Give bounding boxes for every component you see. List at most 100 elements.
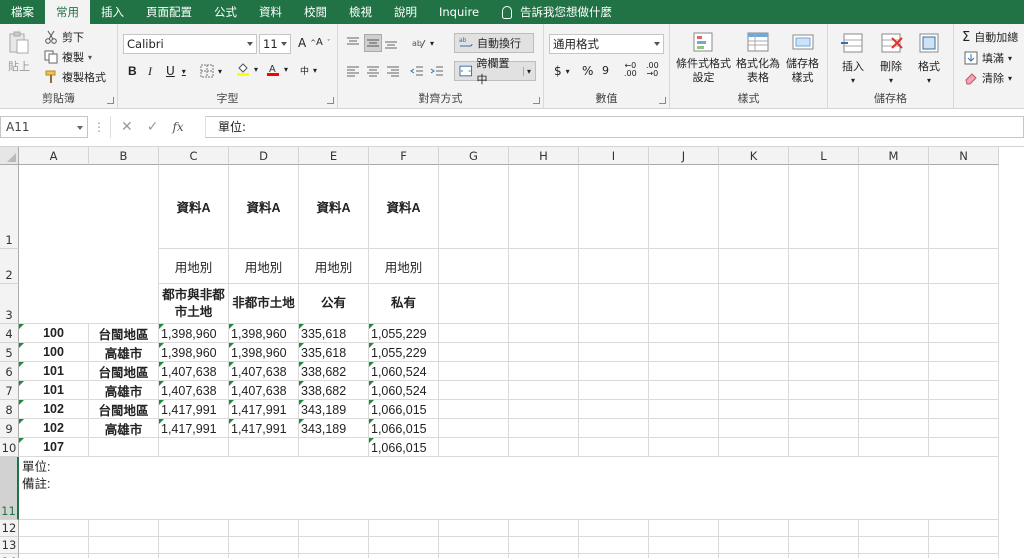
region-cell[interactable]: 台閩地區 [89, 400, 159, 419]
region-cell[interactable] [89, 438, 159, 457]
empty-cell[interactable] [19, 537, 89, 554]
empty-cell[interactable] [929, 554, 999, 558]
year-cell[interactable]: 100 [19, 343, 89, 362]
empty-cell[interactable] [229, 554, 299, 558]
empty-cell[interactable] [649, 324, 719, 343]
empty-cell[interactable] [719, 520, 789, 537]
align-top-button[interactable] [346, 36, 360, 50]
empty-cell[interactable] [439, 554, 509, 558]
name-box[interactable]: A11 [0, 116, 88, 138]
value-cell-d[interactable]: 1,407,638 [229, 362, 299, 381]
value-cell-d[interactable] [229, 438, 299, 457]
insert-cells-button[interactable]: 插入 ▾ [840, 30, 866, 85]
shrink-font-button[interactable]: Aˇ [316, 37, 330, 48]
bold-button[interactable]: B [128, 64, 137, 78]
column-header-m[interactable]: M [859, 147, 929, 165]
empty-cell[interactable] [929, 520, 999, 537]
currency-button[interactable]: $ ▾ [554, 64, 570, 78]
empty-cell[interactable] [579, 343, 649, 362]
tab-page-layout[interactable]: 頁面配置 [135, 0, 203, 24]
number-launcher-icon[interactable] [659, 97, 666, 104]
region-cell[interactable]: 台閩地區 [89, 324, 159, 343]
empty-cell[interactable] [719, 343, 789, 362]
empty-cell[interactable] [19, 554, 89, 558]
column-header-j[interactable]: J [649, 147, 719, 165]
empty-cell[interactable] [579, 381, 649, 400]
tab-review[interactable]: 校閱 [293, 0, 338, 24]
column-header-a[interactable]: A [19, 147, 89, 165]
empty-cell[interactable] [859, 362, 929, 381]
empty-cell[interactable] [929, 249, 999, 284]
fill-button[interactable]: 填滿 ▾ [964, 50, 1012, 66]
empty-cell[interactable] [579, 324, 649, 343]
row-header-4[interactable]: 4 [0, 324, 19, 343]
empty-cell[interactable] [19, 520, 89, 537]
column-header-b[interactable]: B [89, 147, 159, 165]
column-header-h[interactable]: H [509, 147, 579, 165]
empty-cell[interactable] [929, 537, 999, 554]
number-format-combo[interactable]: 通用格式 [549, 34, 664, 54]
column-header-k[interactable]: K [719, 147, 789, 165]
empty-cell[interactable] [789, 419, 859, 438]
conditional-format-button[interactable]: 條件式格式 設定 [676, 30, 731, 84]
empty-cell[interactable] [89, 554, 159, 558]
empty-cell[interactable] [299, 554, 369, 558]
empty-cell[interactable] [509, 165, 579, 249]
region-cell[interactable]: 高雄市 [89, 381, 159, 400]
empty-cell[interactable] [579, 419, 649, 438]
tab-data[interactable]: 資料 [248, 0, 293, 24]
empty-cell[interactable] [789, 284, 859, 324]
font-launcher-icon[interactable] [327, 97, 334, 104]
empty-cell[interactable] [649, 381, 719, 400]
cell-a1-merged[interactable] [19, 165, 159, 324]
header-cell-row1[interactable]: 資料A [229, 165, 299, 249]
empty-cell[interactable] [929, 165, 999, 249]
merge-dropdown-icon[interactable]: ▾ [522, 66, 531, 76]
header-cell-row3[interactable]: 公有 [299, 284, 369, 324]
cell-styles-button[interactable]: 儲存格 樣式 [786, 30, 819, 84]
column-header-e[interactable]: E [299, 147, 369, 165]
empty-cell[interactable] [719, 537, 789, 554]
value-cell-f[interactable]: 1,066,015 [369, 438, 439, 457]
empty-cell[interactable] [649, 400, 719, 419]
empty-cell[interactable] [789, 520, 859, 537]
empty-cell[interactable] [509, 324, 579, 343]
empty-cell[interactable] [859, 165, 929, 249]
cancel-icon[interactable]: ✕ [121, 119, 133, 135]
tab-home[interactable]: 常用 [45, 0, 90, 24]
empty-cell[interactable] [859, 520, 929, 537]
empty-cell[interactable] [789, 400, 859, 419]
row-header-13[interactable]: 13 [0, 537, 19, 554]
region-cell[interactable]: 高雄市 [89, 419, 159, 438]
year-cell[interactable]: 101 [19, 381, 89, 400]
value-cell-e[interactable]: 335,618 [299, 343, 369, 362]
year-cell[interactable]: 101 [19, 362, 89, 381]
row-header-6[interactable]: 6 [0, 362, 19, 381]
tell-me-search[interactable]: 告訴我您想做什麼 [490, 4, 612, 20]
empty-cell[interactable] [439, 249, 509, 284]
column-header-g[interactable]: G [439, 147, 509, 165]
empty-cell[interactable] [579, 520, 649, 537]
empty-cell[interactable] [579, 400, 649, 419]
align-left-button[interactable] [346, 64, 360, 78]
empty-cell[interactable] [649, 165, 719, 249]
notes-merged-cell[interactable]: 單位: 備註: [19, 457, 999, 520]
empty-cell[interactable] [649, 537, 719, 554]
empty-cell[interactable] [859, 554, 929, 558]
empty-cell[interactable] [509, 537, 579, 554]
empty-cell[interactable] [579, 165, 649, 249]
tab-view[interactable]: 檢視 [338, 0, 383, 24]
empty-cell[interactable] [859, 419, 929, 438]
grow-font-button[interactable]: A ^ [298, 36, 316, 50]
row-header-5[interactable]: 5 [0, 343, 19, 362]
empty-cell[interactable] [369, 554, 439, 558]
empty-cell[interactable] [579, 249, 649, 284]
empty-cell[interactable] [859, 249, 929, 284]
empty-cell[interactable] [789, 381, 859, 400]
empty-cell[interactable] [649, 284, 719, 324]
tab-inquire[interactable]: Inquire [428, 0, 490, 24]
year-cell[interactable]: 102 [19, 400, 89, 419]
empty-cell[interactable] [509, 400, 579, 419]
empty-cell[interactable] [229, 537, 299, 554]
header-cell-row1[interactable]: 資料A [159, 165, 229, 249]
